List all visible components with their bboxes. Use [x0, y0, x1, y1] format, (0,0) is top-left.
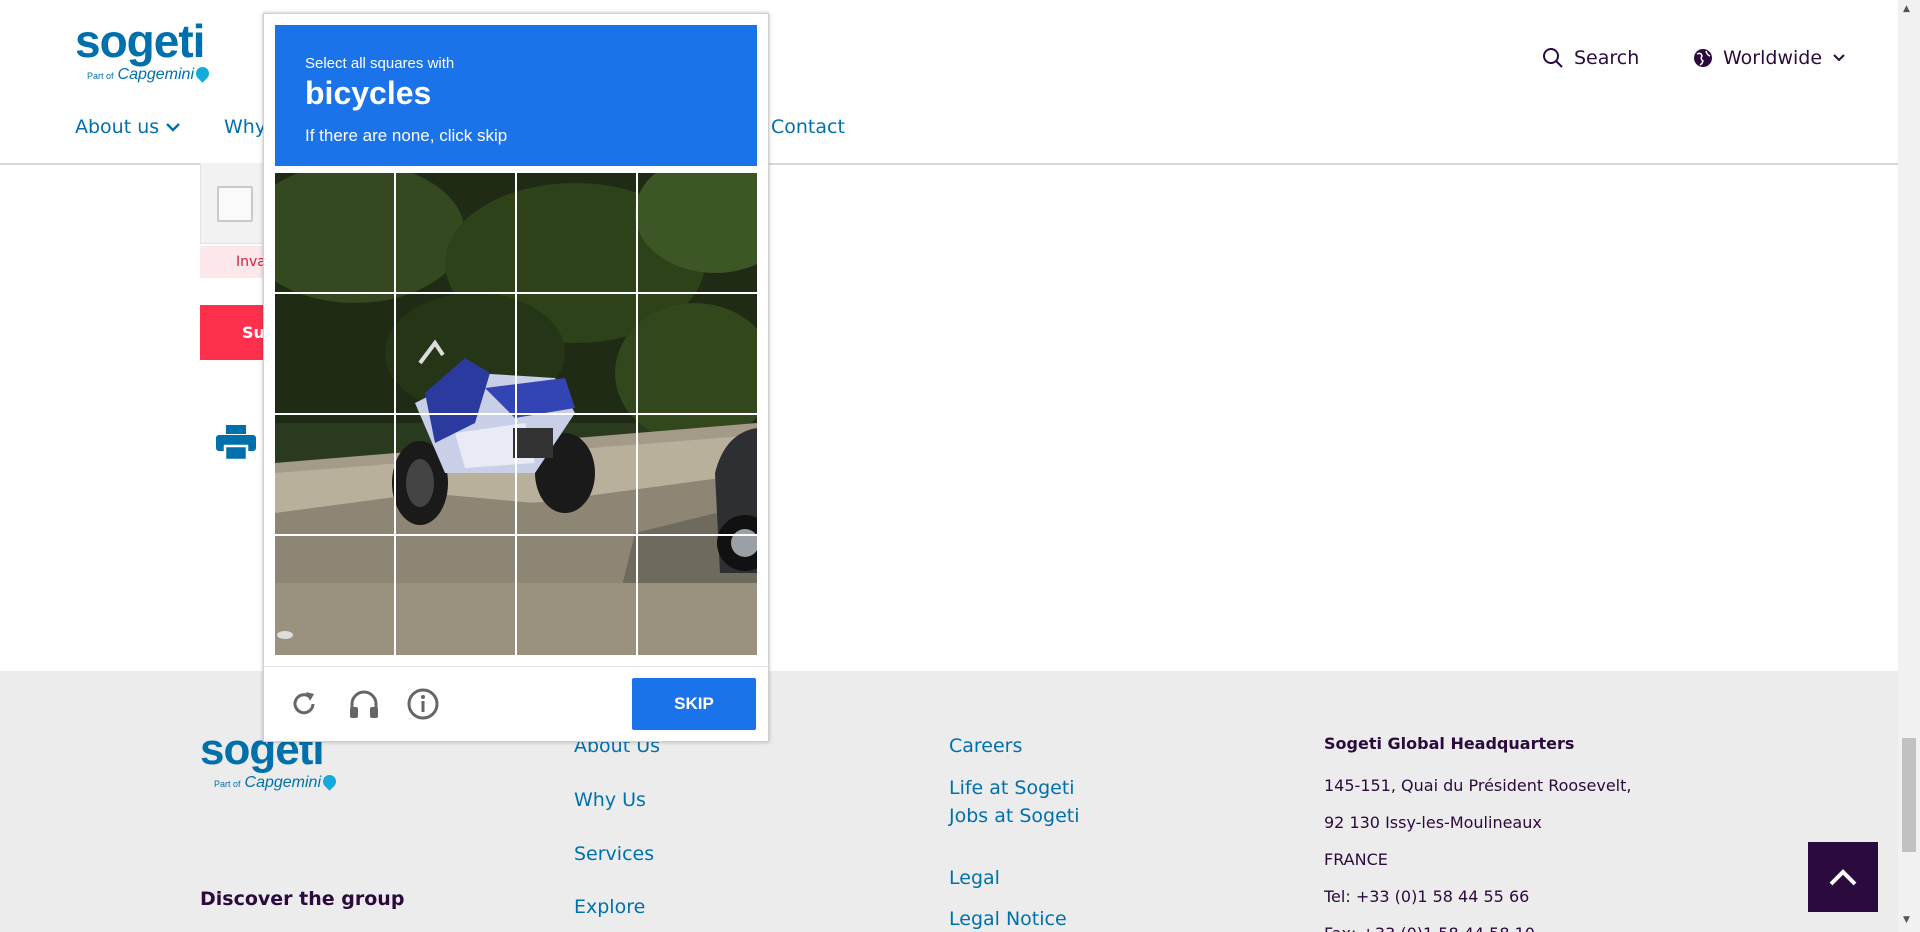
chevron-up-icon [1829, 869, 1857, 886]
region-selector[interactable]: Worldwide [1693, 47, 1846, 69]
captcha-tile[interactable] [275, 415, 394, 534]
discover-the-group[interactable]: Discover the group [200, 888, 404, 910]
captcha-tile[interactable] [396, 294, 515, 413]
globe-icon [1694, 49, 1712, 67]
footer-link-services[interactable]: Services [574, 843, 654, 865]
logo-wordmark: sogeti [75, 15, 205, 67]
region-label: Worldwide [1723, 47, 1823, 69]
footer-logo-brand: Capgemini [244, 774, 321, 791]
footer-heading-careers[interactable]: Careers [949, 735, 1022, 757]
scroll-up-arrow-icon[interactable]: ▲ [1903, 4, 1910, 14]
hq-fax-line: Fax: +33 (0)1 58 44 58 10 [1324, 924, 1535, 932]
captcha-instruction: Select all squares with [305, 55, 455, 72]
captcha-tile[interactable] [517, 173, 636, 292]
skip-button[interactable]: SKIP [632, 678, 756, 730]
hq-address-line: 145-151, Quai du Président Roosevelt, [1324, 776, 1632, 795]
print-icon[interactable] [216, 425, 256, 465]
footer-link-explore[interactable]: Explore [574, 896, 645, 918]
nav-why-us[interactable]: Why [224, 116, 266, 138]
capgemini-spade-icon [320, 772, 339, 791]
sogeti-logo[interactable]: sogeti Part of Capgemini [75, 15, 212, 84]
captcha-tile[interactable] [517, 294, 636, 413]
captcha-tile[interactable] [638, 294, 757, 413]
captcha-image-grid [275, 173, 757, 655]
captcha-challenge-dialog: Select all squares with bicycles If ther… [263, 13, 769, 742]
captcha-tile[interactable] [638, 173, 757, 292]
logo-part-of: Part of [87, 71, 114, 81]
footer-logo-tagline: Part of Capgemini [214, 772, 339, 792]
captcha-tile[interactable] [275, 173, 394, 292]
search-label: Search [1574, 47, 1640, 69]
footer-link-jobs-at-sogeti[interactable]: Jobs at Sogeti [949, 805, 1080, 827]
scrollbar-thumb[interactable] [1902, 738, 1916, 852]
captcha-footer-divider [264, 666, 768, 667]
hq-country-line: FRANCE [1324, 850, 1388, 869]
captcha-tile[interactable] [638, 536, 757, 655]
capgemini-spade-icon [193, 64, 212, 83]
nav-about-us[interactable]: About us [75, 116, 181, 138]
captcha-tile[interactable] [638, 415, 757, 534]
footer-link-why-us[interactable]: Why Us [574, 789, 646, 811]
search-button[interactable]: Search [1542, 47, 1639, 69]
captcha-tile[interactable] [275, 294, 394, 413]
captcha-tile[interactable] [396, 173, 515, 292]
audio-challenge-icon[interactable] [346, 686, 382, 722]
captcha-tile[interactable] [517, 415, 636, 534]
hq-tel-line: Tel: +33 (0)1 58 44 55 66 [1324, 887, 1530, 906]
nav-contact[interactable]: Contact [771, 116, 845, 138]
footer-heading-legal[interactable]: Legal [949, 867, 1000, 889]
logo-tagline: Part of Capgemini [87, 64, 212, 84]
scroll-down-arrow-icon[interactable]: ▼ [1903, 915, 1910, 925]
chevron-down-icon [166, 123, 181, 132]
footer-link-life-at-sogeti[interactable]: Life at Sogeti [949, 777, 1075, 799]
footer-link-legal-notice[interactable]: Legal Notice [949, 908, 1067, 930]
captcha-tile[interactable] [275, 536, 394, 655]
captcha-tile[interactable] [396, 415, 515, 534]
search-icon [1543, 48, 1563, 68]
chevron-down-icon [1833, 54, 1845, 62]
captcha-target: bicycles [305, 75, 432, 111]
nav-about-us-label: About us [75, 116, 160, 138]
reload-icon[interactable] [286, 686, 322, 722]
hq-title: Sogeti Global Headquarters [1324, 734, 1575, 753]
footer-logo-part-of: Part of [214, 779, 241, 789]
captcha-tile[interactable] [396, 536, 515, 655]
recaptcha-checkbox[interactable] [217, 186, 253, 222]
captcha-hint: If there are none, click skip [305, 126, 508, 145]
hq-city-line: 92 130 Issy-les-Moulineaux [1324, 813, 1542, 832]
back-to-top-button[interactable] [1808, 842, 1878, 912]
captcha-header: Select all squares with bicycles If ther… [275, 25, 757, 166]
captcha-tile[interactable] [517, 536, 636, 655]
logo-brand: Capgemini [117, 66, 194, 83]
info-icon[interactable] [405, 686, 441, 722]
